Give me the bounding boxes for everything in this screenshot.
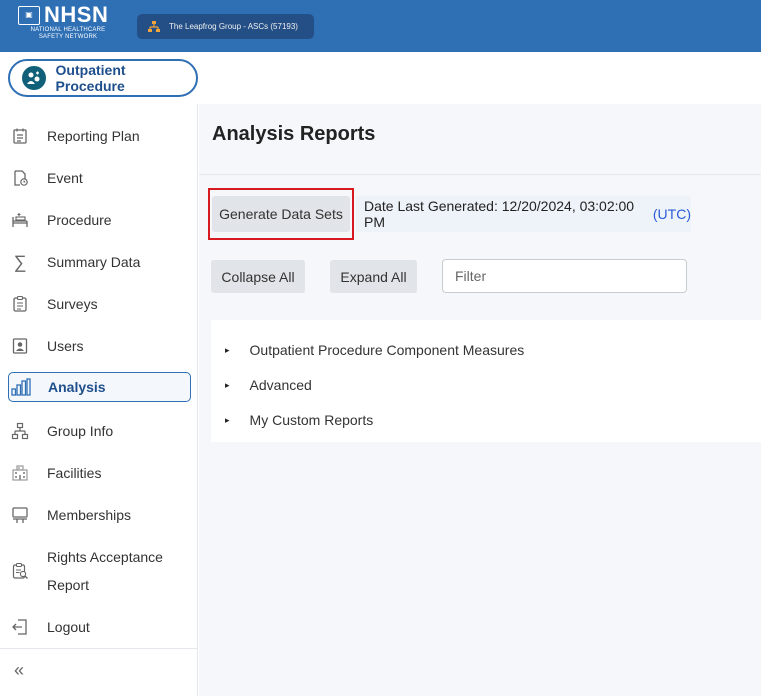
building-icon [10, 463, 30, 483]
top-header-bar: ▣ NHSN NATIONAL HEALTHCARE SAFETY NETWOR… [0, 0, 761, 52]
hospital-bed-icon [10, 210, 30, 230]
monitor-stand-icon [10, 505, 30, 525]
tree-item-label: Outpatient Procedure Component Measures [249, 342, 525, 358]
report-tree: ▸ Outpatient Procedure Component Measure… [211, 320, 761, 442]
sidebar-item-label-line2: Report [47, 577, 90, 593]
sidebar-item-users[interactable]: Users [8, 334, 191, 358]
sidebar-item-label: Users [47, 338, 84, 354]
document-clock-icon [10, 168, 30, 188]
calendar-list-icon [10, 126, 30, 146]
tree-item-label: My Custom Reports [249, 412, 374, 428]
sidebar-item-label: Facilities [47, 465, 102, 481]
logo-subtitle-line2: SAFETY NETWORK [38, 34, 98, 40]
timezone-link[interactable]: (UTC) [653, 206, 691, 222]
component-label: Outpatient Procedure [55, 62, 126, 94]
sidebar-item-procedure[interactable]: Procedure [8, 208, 191, 232]
logo-subtitle-line1: NATIONAL HEALTHCARE [30, 27, 106, 33]
logo-wordmark: NHSN [44, 2, 109, 27]
nhsn-emblem-icon: ▣ [18, 5, 40, 25]
sidebar-item-event[interactable]: Event [8, 166, 191, 190]
title-divider [199, 174, 761, 175]
clipboard-icon [10, 294, 30, 314]
caret-right-icon: ▸ [225, 344, 230, 355]
sigma-icon: ∑ [13, 251, 27, 272]
sidebar-item-label: Reporting Plan [47, 128, 140, 144]
sidebar-item-label: Group Info [47, 423, 114, 439]
tree-item-label: Advanced [249, 377, 312, 393]
tree-item-my-custom-reports[interactable]: ▸ My Custom Reports [225, 412, 373, 428]
outpatient-procedure-icon [22, 66, 46, 90]
tree-item-outpatient-procedure-measures[interactable]: ▸ Outpatient Procedure Component Measure… [225, 342, 524, 358]
sidebar-item-label: Rights Acceptance Report [47, 543, 163, 599]
component-row: Outpatient Procedure [0, 52, 761, 104]
date-last-generated-label: Date Last Generated: 12/20/2024, 03:02:0… [364, 198, 635, 230]
org-chart-icon [148, 20, 160, 32]
logo-subtitle: NATIONAL HEALTHCARE SAFETY NETWORK [18, 27, 118, 41]
component-switcher[interactable]: Outpatient Procedure [8, 59, 198, 97]
sidebar-item-rights-acceptance-report[interactable]: Rights Acceptance Report [8, 542, 191, 600]
expand-all-button[interactable]: Expand All [330, 260, 417, 293]
sidebar-item-reporting-plan[interactable]: Reporting Plan [8, 124, 191, 148]
org-selector[interactable]: The Leapfrog Group - ASCs (57193) [137, 14, 314, 39]
collapse-all-button[interactable]: Collapse All [211, 260, 305, 293]
nhsn-logo[interactable]: ▣ NHSN NATIONAL HEALTHCARE SAFETY NETWOR… [18, 2, 118, 47]
sidebar-item-label: Summary Data [47, 254, 141, 270]
sidebar-divider [0, 648, 197, 649]
clipboard-search-icon [10, 561, 30, 581]
sidebar-item-label: Analysis [48, 379, 106, 395]
sidebar-item-memberships[interactable]: Memberships [8, 503, 191, 527]
sidebar-item-logout[interactable]: Logout [8, 615, 191, 639]
sidebar-item-group-info[interactable]: Group Info [8, 419, 191, 443]
main-content: Analysis Reports Generate Data Sets Date… [199, 104, 761, 696]
sidebar-item-summary-data[interactable]: ∑ Summary Data [8, 250, 191, 274]
sidebar-item-label: Procedure [47, 212, 112, 228]
filter-input[interactable] [442, 259, 687, 293]
sidebar: Reporting Plan Event Procedure ∑ Summary… [0, 104, 198, 696]
tree-item-advanced[interactable]: ▸ Advanced [225, 377, 312, 393]
collapse-sidebar-icon[interactable]: « [14, 660, 24, 681]
sidebar-item-surveys[interactable]: Surveys [8, 292, 191, 316]
caret-right-icon: ▸ [225, 379, 230, 390]
org-selector-label: The Leapfrog Group - ASCs (57193) [169, 22, 298, 31]
sidebar-item-label: Event [47, 170, 83, 186]
sidebar-item-label-line1: Rights Acceptance [47, 549, 163, 565]
sidebar-item-label: Logout [47, 619, 90, 635]
sidebar-item-facilities[interactable]: Facilities [8, 461, 191, 485]
page-title: Analysis Reports [212, 123, 376, 145]
sidebar-item-label: Memberships [47, 507, 132, 523]
caret-right-icon: ▸ [225, 414, 230, 425]
generate-data-sets-button[interactable]: Generate Data Sets [212, 196, 350, 232]
sidebar-item-label: Surveys [47, 296, 98, 312]
user-badge-icon [10, 336, 30, 356]
date-last-generated: Date Last Generated: 12/20/2024, 03:02:0… [356, 196, 691, 232]
logout-icon [10, 617, 30, 637]
org-chart-icon [10, 421, 30, 441]
sidebar-item-analysis[interactable]: Analysis [8, 372, 191, 402]
bar-chart-icon [11, 377, 31, 397]
